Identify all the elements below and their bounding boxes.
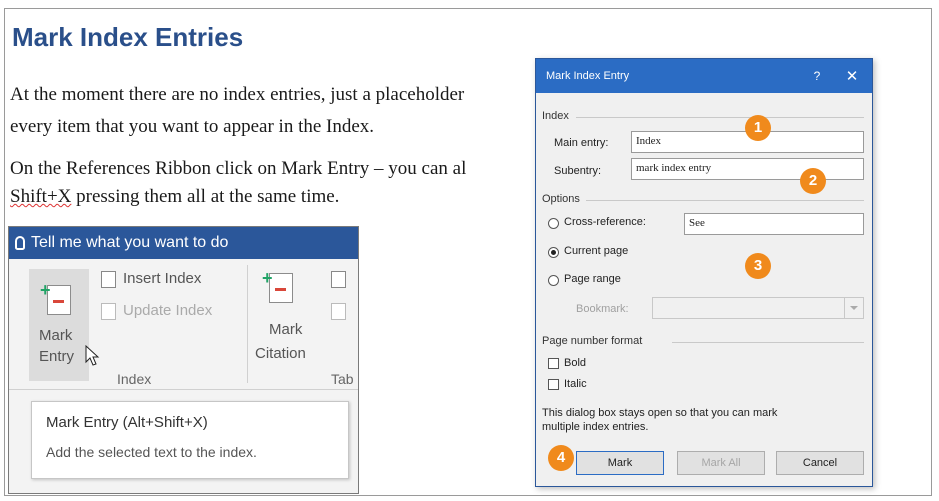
mark-entry-label-2: Entry xyxy=(39,348,75,365)
paragraph-1-line-2: every item that you want to appear in th… xyxy=(10,116,375,137)
insert-index-icon xyxy=(101,271,116,288)
main-entry-label: Main entry: xyxy=(554,137,609,149)
shortcut-text: Shift+X xyxy=(10,186,72,207)
italic-label: Italic xyxy=(564,378,587,390)
dialog-title: Mark Index Entry xyxy=(546,70,630,82)
callout-4: 4 xyxy=(548,445,574,471)
toc-update-icon xyxy=(331,303,346,320)
mark-entry-tooltip: Mark Entry (Alt+Shift+X) Add the selecte… xyxy=(31,401,349,479)
mark-entry-button[interactable]: + Mark Entry xyxy=(29,269,89,381)
close-button[interactable]: ✕ xyxy=(832,67,872,85)
ribbon-body: + Mark Entry Insert Index Update Index +… xyxy=(9,259,358,390)
callout-1: 1 xyxy=(745,115,771,141)
page-range-radio[interactable] xyxy=(548,275,559,286)
section-divider xyxy=(672,342,864,343)
page-range-label: Page range xyxy=(564,273,621,285)
tell-me-text: Tell me what you want to do xyxy=(31,234,229,251)
paragraph-2-line-2: Shift+X pressing them all at the same ti… xyxy=(10,186,339,208)
paragraph-2-line-1: On the References Ribbon click on Mark E… xyxy=(10,158,467,179)
tooltip-description: Add the selected text to the index. xyxy=(46,444,257,460)
mark-all-button[interactable]: Mark All xyxy=(677,451,765,475)
document-heading: Mark Index Entries xyxy=(12,22,244,52)
section-divider xyxy=(576,117,864,118)
update-index-icon xyxy=(101,303,116,320)
current-page-label: Current page xyxy=(564,245,629,257)
group-label-table: Tab xyxy=(331,371,354,387)
mark-index-entry-dialog: Mark Index Entry ? ✕ Index Main entry: I… xyxy=(535,58,873,487)
mark-citation-icon: + xyxy=(262,268,293,303)
section-options-label: Options xyxy=(542,193,580,205)
paragraph-1-line-1: At the moment there are no index entries… xyxy=(10,84,465,105)
info-text-line-1: This dialog box stays open so that you c… xyxy=(542,407,778,419)
tooltip-title: Mark Entry (Alt+Shift+X) xyxy=(46,414,208,431)
dialog-title-bar: Mark Index Entry ? ✕ xyxy=(536,59,872,93)
lightbulb-icon xyxy=(15,236,25,250)
section-index-label: Index xyxy=(542,110,569,122)
italic-checkbox[interactable] xyxy=(548,379,559,390)
bold-checkbox[interactable] xyxy=(548,358,559,369)
callout-3: 3 xyxy=(745,253,771,279)
mark-button[interactable]: Mark xyxy=(576,451,664,475)
mark-citation-label-1: Mark xyxy=(269,321,303,338)
cross-reference-field[interactable]: See xyxy=(684,213,864,235)
ribbon-screenshot: Tell me what you want to do + Mark Entry… xyxy=(8,226,359,494)
mark-entry-label-1: Mark xyxy=(39,327,73,344)
mark-entry-icon: + xyxy=(40,280,71,315)
insert-index-button[interactable]: Insert Index xyxy=(123,270,201,287)
cross-reference-radio[interactable] xyxy=(548,218,559,229)
update-index-button[interactable]: Update Index xyxy=(123,302,212,319)
bookmark-label: Bookmark: xyxy=(576,303,629,315)
callout-2: 2 xyxy=(800,168,826,194)
cancel-button[interactable]: Cancel xyxy=(776,451,864,475)
cross-reference-label: Cross-reference: xyxy=(564,216,646,228)
section-divider xyxy=(586,200,864,201)
tell-me-bar[interactable]: Tell me what you want to do xyxy=(9,227,358,259)
section-page-number-format-label: Page number format xyxy=(542,335,643,347)
bookmark-dropdown[interactable] xyxy=(652,297,864,319)
plus-icon: + xyxy=(40,280,51,300)
info-text-line-2: multiple index entries. xyxy=(542,421,649,433)
chevron-down-icon xyxy=(844,298,863,318)
toc-icon xyxy=(331,271,346,288)
bold-label: Bold xyxy=(564,357,587,369)
subentry-field[interactable]: mark index entry xyxy=(631,158,864,180)
help-button[interactable]: ? xyxy=(802,69,832,83)
mark-citation-label-2: Citation xyxy=(255,345,306,362)
current-page-radio[interactable] xyxy=(548,247,559,258)
group-divider xyxy=(247,265,248,383)
mouse-pointer-icon xyxy=(85,345,100,366)
plus-icon: + xyxy=(262,268,273,288)
group-label-index: Index xyxy=(117,371,152,387)
paragraph-2-rest: pressing them all at the same time. xyxy=(71,186,340,207)
subentry-label: Subentry: xyxy=(554,165,602,177)
